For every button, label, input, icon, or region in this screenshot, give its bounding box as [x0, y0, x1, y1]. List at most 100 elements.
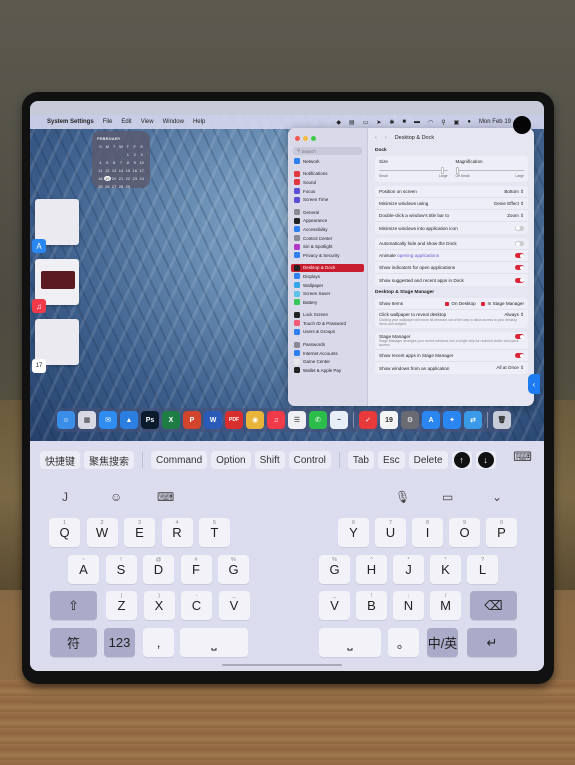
- space-key-right[interactable]: ⎵: [319, 628, 381, 657]
- in-stage-checkbox[interactable]: [480, 301, 486, 307]
- key-m[interactable]: / M: [430, 591, 461, 620]
- dock-mail-icon[interactable]: ✉: [99, 411, 117, 429]
- key-t[interactable]: 5T: [199, 518, 230, 547]
- key-v[interactable]: _ V: [319, 591, 350, 620]
- size-slider[interactable]: [379, 167, 448, 174]
- key-b[interactable]: ! B: [356, 591, 387, 620]
- zoom-button[interactable]: [311, 136, 316, 141]
- dock-pdf-expert-icon[interactable]: PDF: [225, 411, 243, 429]
- key-q[interactable]: 1Q: [49, 518, 80, 547]
- down-arrow-button[interactable]: ↓: [475, 451, 496, 469]
- dock-reminders-icon[interactable]: ☰: [288, 411, 306, 429]
- spotlight-search-button[interactable]: 聚焦搜索: [84, 451, 134, 469]
- sidebar-item-displays[interactable]: Displays: [291, 272, 364, 281]
- key-g[interactable]: % G: [218, 555, 249, 584]
- dock-finder-icon[interactable]: ☺: [57, 411, 75, 429]
- sidebar-item-touch-id-password[interactable]: Touch ID & Password: [291, 319, 364, 328]
- esc-key[interactable]: Esc: [378, 451, 405, 469]
- key-c[interactable]: -C: [181, 591, 212, 620]
- sidebar-item-wallet-apple-pay[interactable]: Wallet & Apple Pay: [291, 366, 364, 375]
- control-key[interactable]: Control: [288, 451, 331, 469]
- sidebar-item-general[interactable]: General: [291, 208, 364, 217]
- menu-window[interactable]: Window: [163, 119, 184, 125]
- settings-search-input[interactable]: ⚲ Search: [293, 147, 362, 155]
- key-o[interactable]: 9O: [449, 518, 480, 547]
- close-button[interactable]: [295, 136, 300, 141]
- key-e[interactable]: 3E: [124, 518, 155, 547]
- double-click-select[interactable]: Zoom ⇕: [507, 213, 524, 219]
- animate-toggle[interactable]: [515, 253, 524, 258]
- stage-manager-toggle[interactable]: [515, 334, 524, 339]
- sidebar-item-sound[interactable]: Sound: [291, 178, 364, 187]
- option-key[interactable]: Option: [211, 451, 251, 469]
- sidebar-item-privacy-security[interactable]: Privacy & Security: [291, 251, 364, 260]
- calendar-widget[interactable]: FEBRUARY S M T W T F S 1 2 3 4 5 6 7 8 9 10 11 12 13 14 15 16 1…: [92, 131, 150, 189]
- keyboard-layout-icon[interactable]: ⌨: [157, 490, 174, 504]
- key-u[interactable]: 7U: [375, 518, 406, 547]
- period-key[interactable]: 。: [388, 628, 419, 657]
- sidebar-item-battery[interactable]: Battery: [291, 298, 364, 307]
- sidebar-item-users-groups[interactable]: Users & Groups: [291, 328, 364, 337]
- dock-chrome-icon[interactable]: ◉: [246, 411, 264, 429]
- space-key-left[interactable]: ⎵: [180, 628, 248, 657]
- dock-powerpoint-icon[interactable]: P: [183, 411, 201, 429]
- shift-key[interactable]: ⇧: [50, 591, 97, 620]
- dock-system-settings-icon[interactable]: ⚙: [401, 411, 419, 429]
- magnification-slider[interactable]: [455, 167, 524, 174]
- on-desktop-checkbox[interactable]: [444, 301, 450, 307]
- key-v[interactable]: _ V: [218, 591, 250, 620]
- key-i[interactable]: 8I: [412, 518, 443, 547]
- shortcuts-button[interactable]: 快捷键: [40, 451, 80, 469]
- dock-word-icon[interactable]: W: [204, 411, 222, 429]
- sidebar-item-control-center[interactable]: Control Center: [291, 234, 364, 243]
- key-n[interactable]: ; N: [393, 591, 424, 620]
- siri-icon[interactable]: ●: [467, 119, 471, 125]
- key-p[interactable]: 0P: [486, 518, 517, 547]
- key-a[interactable]: ~ A: [68, 555, 99, 584]
- sidebar-item-screen-time[interactable]: Screen Time: [291, 195, 364, 204]
- sidebar-item-game-center[interactable]: Game Center: [291, 357, 364, 366]
- sidebar-item-internet-accounts[interactable]: Internet Accounts: [291, 349, 364, 358]
- minimize-into-icon-toggle[interactable]: [515, 225, 524, 231]
- autohide-toggle[interactable]: [515, 241, 524, 246]
- dock-app-store-icon[interactable]: A: [422, 411, 440, 429]
- key-z[interactable]: (Z: [106, 591, 137, 620]
- sidebar-item-lock-screen[interactable]: Lock Screen: [291, 311, 364, 320]
- sidebar-item-accessibility[interactable]: Accessibility: [291, 225, 364, 234]
- stage-thumb-app-store[interactable]: A: [32, 199, 79, 253]
- dock-photoshop-icon[interactable]: Ps: [141, 411, 159, 429]
- dock-wechat-icon[interactable]: ✆: [309, 411, 327, 429]
- sidebar-item-siri-spotlight[interactable]: Siri & Spotlight: [291, 242, 364, 251]
- symbols-key[interactable]: 符: [50, 628, 97, 657]
- key-j[interactable]: * J: [393, 555, 424, 584]
- key-g[interactable]: % G: [319, 555, 350, 584]
- menu-file[interactable]: File: [103, 119, 113, 125]
- keyboard-toggle-icon[interactable]: ⌨: [513, 449, 532, 465]
- status-box-icon[interactable]: ■: [402, 119, 406, 125]
- sidebar-item-focus[interactable]: Focus: [291, 187, 364, 196]
- forward-icon[interactable]: ›: [385, 135, 387, 141]
- status-shield-icon[interactable]: ◆: [336, 119, 341, 126]
- key-w[interactable]: 2W: [86, 518, 118, 547]
- position-select[interactable]: Bottom ⇕: [504, 189, 524, 195]
- back-icon[interactable]: ‹: [375, 135, 377, 141]
- status-doc-icon[interactable]: ▤: [349, 119, 355, 126]
- up-arrow-button[interactable]: ↑: [451, 451, 472, 469]
- menu-edit[interactable]: Edit: [121, 119, 131, 125]
- control-center-icon[interactable]: ▣: [454, 119, 460, 126]
- menu-help[interactable]: Help: [193, 119, 205, 125]
- key-d[interactable]: @ D: [143, 555, 174, 584]
- dock-excel-icon[interactable]: X: [162, 411, 180, 429]
- wifi-icon[interactable]: ◠: [428, 119, 433, 126]
- suggested-apps-toggle[interactable]: [515, 277, 524, 283]
- key-s[interactable]: ! S: [105, 555, 137, 584]
- sidebar-item-network[interactable]: Network: [291, 157, 364, 166]
- dock-toolbox-icon[interactable]: ✓: [359, 411, 377, 429]
- shift-modifier-key[interactable]: Shift: [254, 451, 285, 469]
- size-slider-knob[interactable]: [440, 167, 444, 174]
- show-windows-select[interactable]: All at Once ⇕: [496, 365, 524, 371]
- dock-keynote-icon[interactable]: ▲: [120, 411, 138, 429]
- delete-key[interactable]: Delete: [408, 451, 448, 469]
- collapse-icon[interactable]: ⌄: [492, 490, 502, 504]
- tab-key[interactable]: Tab: [347, 451, 374, 469]
